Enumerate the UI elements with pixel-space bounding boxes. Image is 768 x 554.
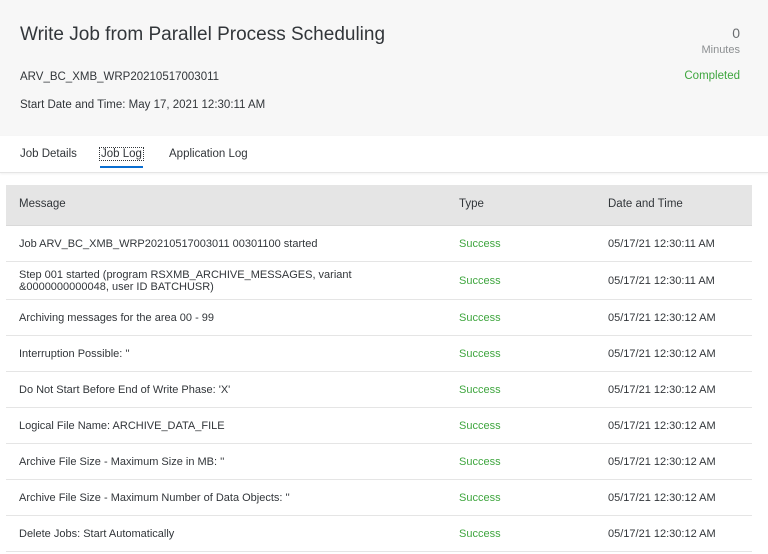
datetime-cell: 05/17/21 12:30:12 AM [608, 347, 716, 360]
job-name: ARV_BC_XMB_WRP20210517003011 [20, 71, 220, 83]
datetime-cell: 05/17/21 12:30:12 AM [608, 491, 716, 504]
object-header: Write Job from Parallel Process Scheduli… [0, 0, 768, 136]
column-header-date-time[interactable]: Date and Time [608, 198, 683, 210]
type-cell: Success [459, 383, 501, 396]
table-row[interactable]: Delete Jobs: Start Automatically Success… [6, 516, 752, 552]
datetime-cell: 05/17/21 12:30:12 AM [608, 527, 716, 540]
message-cell: Delete Jobs: Start Automatically [19, 527, 175, 540]
datetime-cell: 05/17/21 12:30:12 AM [608, 311, 716, 324]
datetime-cell: 05/17/21 12:30:11 AM [608, 237, 715, 250]
table-row[interactable]: Archiving messages for the area 00 - 99 … [6, 300, 752, 336]
tab-job-log[interactable]: Job Log [99, 147, 144, 168]
column-header-message[interactable]: Message [19, 198, 66, 210]
table-row[interactable]: Archive File Size - Maximum Size in MB: … [6, 444, 752, 480]
type-cell: Success [459, 527, 501, 540]
job-log-table: Message Type Date and Time Job ARV_BC_XM… [6, 185, 752, 552]
message-cell: Step 001 started (program RSXMB_ARCHIVE_… [19, 268, 352, 293]
table-header: Message Type Date and Time [6, 185, 752, 226]
message-cell: Archive File Size - Maximum Size in MB: … [19, 455, 225, 468]
type-cell: Success [459, 491, 501, 504]
table-row[interactable]: Do Not Start Before End of Write Phase: … [6, 372, 752, 408]
table-row[interactable]: Job ARV_BC_XMB_WRP20210517003011 0030110… [6, 226, 752, 262]
table-row[interactable]: Logical File Name: ARCHIVE_DATA_FILE Suc… [6, 408, 752, 444]
duration-value: 0 [732, 25, 740, 41]
tab-bar: Job Details Job Log Application Log [0, 136, 768, 173]
message-cell: Logical File Name: ARCHIVE_DATA_FILE [19, 419, 225, 432]
page-title: Write Job from Parallel Process Scheduli… [20, 24, 386, 45]
status-badge: Completed [684, 70, 740, 82]
job-log-page: Write Job from Parallel Process Scheduli… [0, 0, 768, 554]
datetime-cell: 05/17/21 12:30:12 AM [608, 419, 716, 432]
type-cell: Success [459, 455, 501, 468]
message-cell: Interruption Possible: '' [19, 347, 130, 360]
message-cell: Archiving messages for the area 00 - 99 [19, 311, 215, 324]
message-cell: Archive File Size - Maximum Number of Da… [19, 491, 290, 504]
type-cell: Success [459, 419, 501, 432]
tab-application-log[interactable]: Application Log [169, 148, 248, 160]
type-cell: Success [459, 274, 501, 287]
message-cell: Job ARV_BC_XMB_WRP20210517003011 0030110… [19, 237, 318, 250]
duration-unit: Minutes [701, 44, 740, 56]
message-cell: Do Not Start Before End of Write Phase: … [19, 383, 231, 396]
column-header-type[interactable]: Type [459, 198, 484, 210]
type-cell: Success [459, 311, 501, 324]
type-cell: Success [459, 237, 501, 250]
start-date-time: Start Date and Time: May 17, 2021 12:30:… [20, 99, 266, 111]
datetime-cell: 05/17/21 12:30:11 AM [608, 274, 715, 287]
tab-job-details[interactable]: Job Details [20, 148, 77, 160]
table-row[interactable]: Step 001 started (program RSXMB_ARCHIVE_… [6, 262, 752, 300]
table-row[interactable]: Interruption Possible: '' Success 05/17/… [6, 336, 752, 372]
table-row[interactable]: Archive File Size - Maximum Number of Da… [6, 480, 752, 516]
tab-job-log-label: Job Log [99, 147, 144, 161]
datetime-cell: 05/17/21 12:30:12 AM [608, 455, 716, 468]
datetime-cell: 05/17/21 12:30:12 AM [608, 383, 716, 396]
type-cell: Success [459, 347, 501, 360]
